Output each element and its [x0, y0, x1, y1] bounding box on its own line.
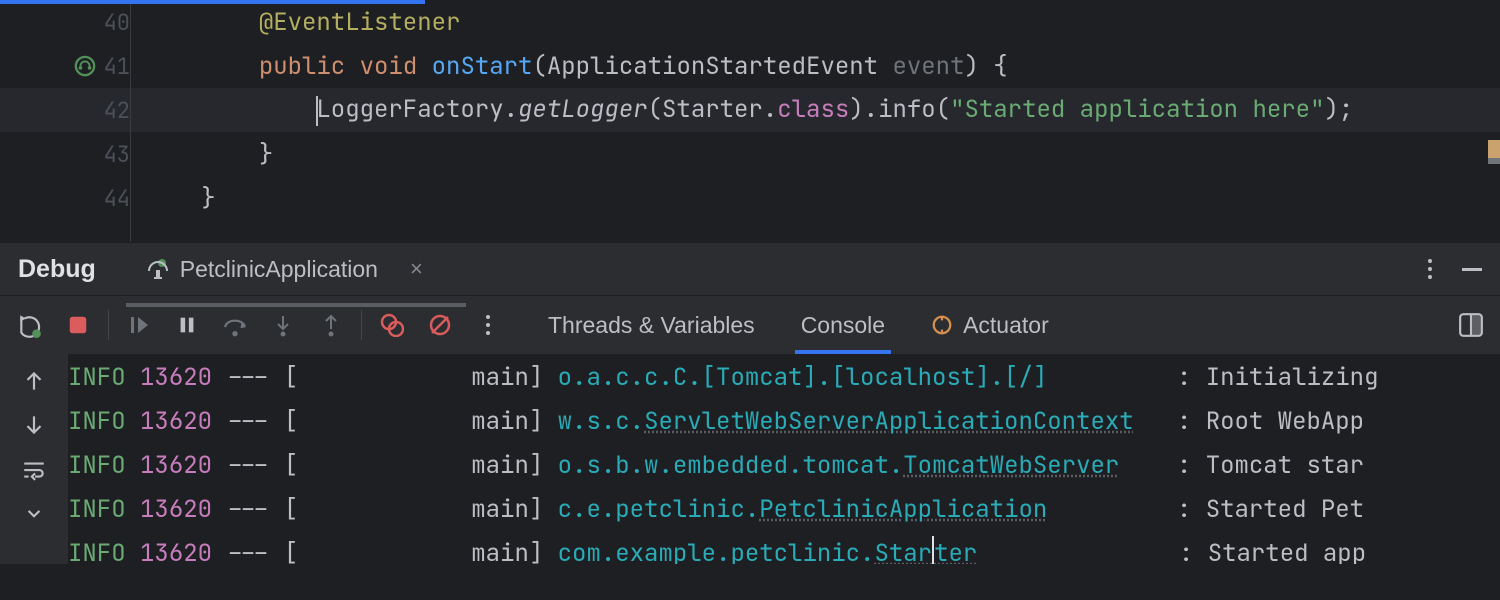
soft-wrap-icon[interactable] [21, 456, 47, 482]
log-line[interactable]: INFO 13620 --- [ main] w.s.c.ServletWebS… [68, 400, 1500, 444]
stop-button[interactable] [54, 301, 102, 349]
log-line[interactable]: INFO 13620 --- [ main] c.e.petclinic.Pet… [68, 488, 1500, 532]
actuator-icon [931, 314, 953, 336]
tab-actuator[interactable]: Actuator [931, 296, 1049, 354]
minimize-icon[interactable] [1462, 268, 1482, 271]
tab-threads-variables[interactable]: Threads & Variables [548, 296, 755, 354]
toolbar-divider [108, 310, 109, 340]
console: INFO 13620 --- [ main] o.a.c.c.C.[Tomcat… [0, 354, 1500, 564]
marker-warning[interactable] [1488, 140, 1500, 160]
listener-icon[interactable] [74, 55, 96, 77]
log-line[interactable]: INFO 13620 --- [ main] o.a.c.c.C.[Tomcat… [68, 356, 1500, 400]
code-line-40[interactable]: 40 @EventListener [0, 0, 1500, 44]
down-arrow-icon[interactable] [21, 412, 47, 438]
toolbar-divider [361, 310, 362, 340]
debug-title: Debug [18, 255, 96, 284]
console-gutter [0, 354, 68, 564]
rerun-button[interactable] [6, 301, 54, 349]
code-editor[interactable]: 40 @EventListener 41 public void onStart… [0, 0, 1500, 242]
tab-indicator [126, 303, 466, 307]
annotation-token: @EventListener [259, 7, 461, 38]
line-number: 43 [0, 140, 148, 169]
progress-bar [0, 0, 425, 4]
log-line[interactable]: INFO 13620 --- [ main] com.example.petcl… [68, 532, 1500, 564]
more-icon[interactable] [1428, 259, 1432, 279]
mute-breakpoints-button[interactable] [416, 301, 464, 349]
resume-button[interactable] [115, 301, 163, 349]
scroll-to-end-icon[interactable] [21, 500, 47, 526]
more-icon[interactable] [464, 301, 512, 349]
debug-tab-petclinic[interactable]: PetclinicApplication × [146, 243, 423, 295]
run-config-icon [146, 257, 170, 281]
debug-tab-label: PetclinicApplication [180, 256, 378, 283]
line-number: 42 [0, 96, 148, 125]
text-cursor [932, 536, 934, 564]
pause-button[interactable] [163, 301, 211, 349]
debug-panel: Debug PetclinicApplication × [0, 242, 1500, 564]
up-arrow-icon[interactable] [21, 368, 47, 394]
line-number: 40 [0, 8, 148, 37]
code-line-41[interactable]: 41 public void onStart(ApplicationStarte… [0, 44, 1500, 88]
step-into-button[interactable] [259, 301, 307, 349]
close-icon[interactable]: × [410, 256, 423, 282]
debug-header: Debug PetclinicApplication × [0, 243, 1500, 296]
code-line-42[interactable]: 42 LoggerFactory.getLogger(Starter.class… [0, 88, 1500, 132]
line-number: 41 [0, 52, 148, 81]
step-out-button[interactable] [307, 301, 355, 349]
console-output[interactable]: INFO 13620 --- [ main] o.a.c.c.C.[Tomcat… [68, 354, 1500, 564]
code-line-43[interactable]: 43 } [0, 132, 1500, 176]
log-line[interactable]: INFO 13620 --- [ main] o.s.b.w.embedded.… [68, 444, 1500, 488]
code-line-44[interactable]: 44 } [0, 176, 1500, 220]
line-number: 44 [0, 184, 148, 213]
layout-icon[interactable] [1458, 312, 1484, 338]
step-over-button[interactable] [211, 301, 259, 349]
tab-console[interactable]: Console [801, 296, 885, 354]
marker-info[interactable] [1488, 158, 1500, 164]
view-breakpoints-button[interactable] [368, 301, 416, 349]
